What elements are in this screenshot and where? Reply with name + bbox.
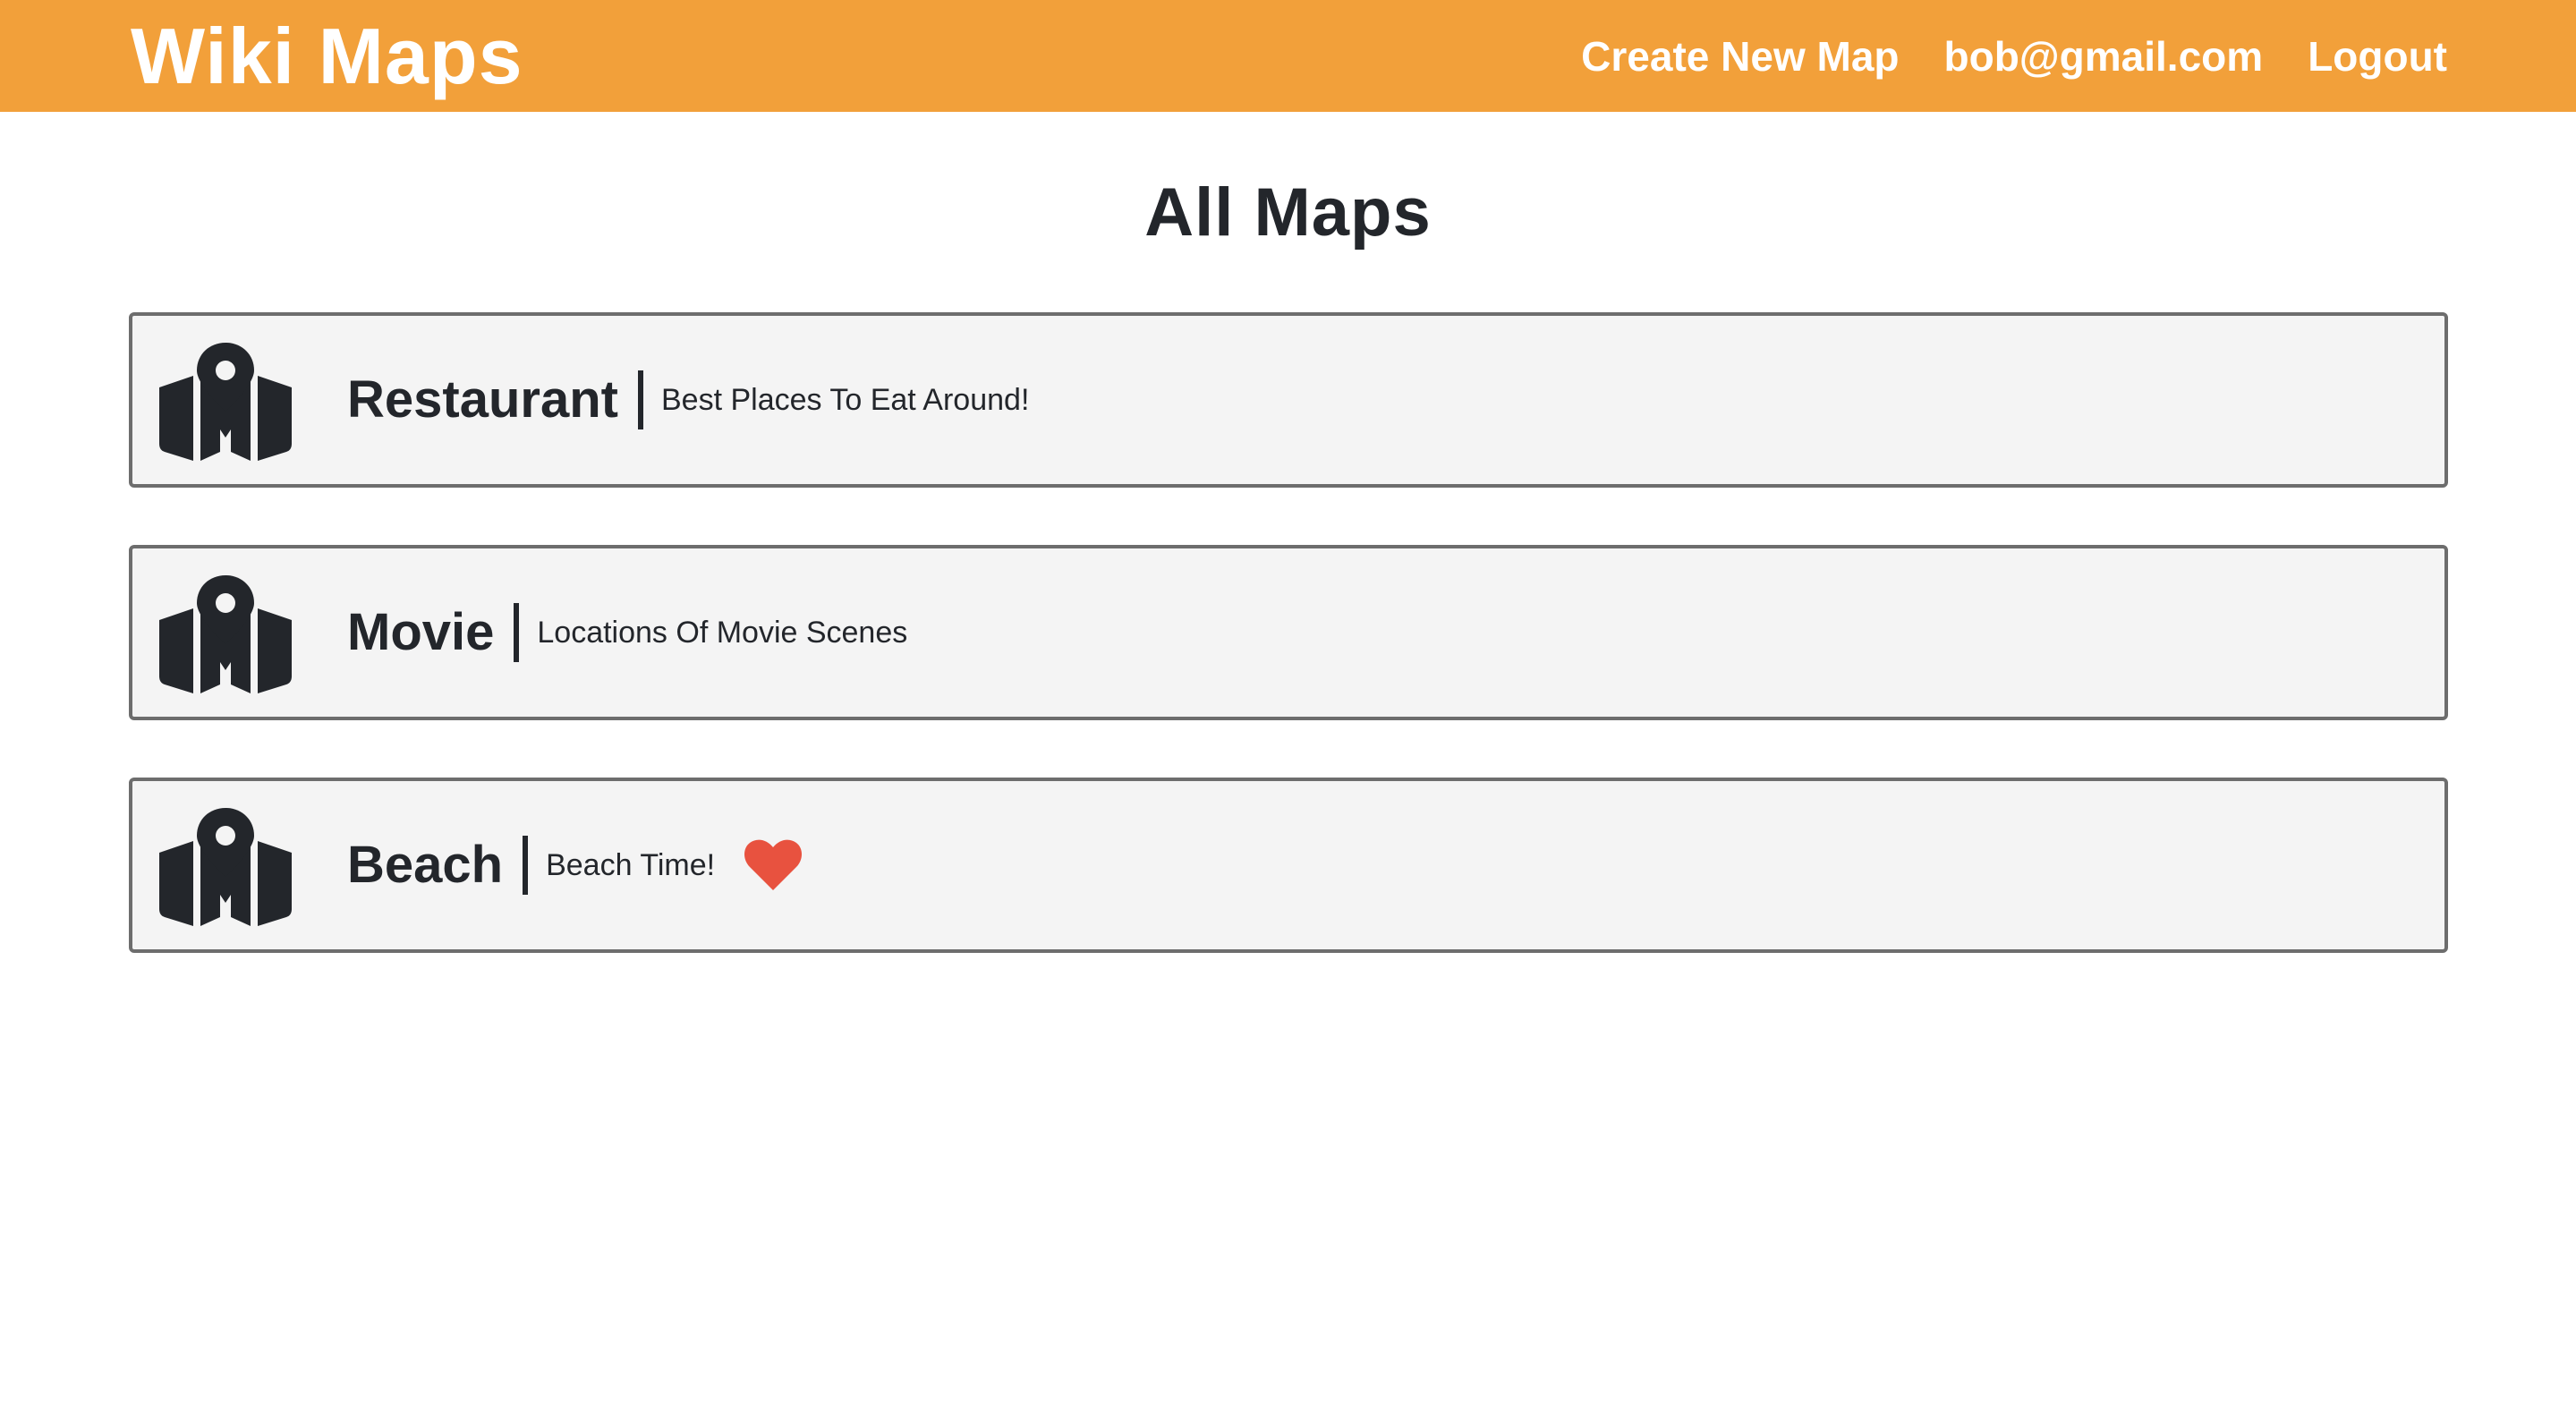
create-new-map-link[interactable]: Create New Map: [1581, 36, 1899, 77]
map-card-content: Beach Beach Time!: [347, 781, 803, 949]
title-divider: [523, 836, 529, 895]
map-name[interactable]: Beach: [347, 839, 503, 891]
brand-logo-link[interactable]: Wiki Maps: [131, 0, 523, 112]
map-card-restaurant[interactable]: Restaurant Best Places To Eat Around!: [129, 312, 2448, 488]
logout-link[interactable]: Logout: [2308, 36, 2447, 77]
top-navbar: Wiki Maps Create New Map bob@gmail.com L…: [0, 0, 2576, 112]
user-email-link[interactable]: bob@gmail.com: [1944, 36, 2264, 77]
map-card-content: Movie Locations Of Movie Scenes: [347, 548, 907, 717]
map-name[interactable]: Movie: [347, 607, 494, 659]
map-description: Best Places To Eat Around!: [660, 383, 1030, 417]
map-description: Locations Of Movie Scenes: [537, 616, 908, 650]
map-name[interactable]: Restaurant: [347, 374, 618, 426]
map-description: Beach Time!: [546, 848, 716, 882]
map-marker-icon: [159, 575, 292, 693]
heart-icon[interactable]: [744, 838, 803, 892]
map-card-content: Restaurant Best Places To Eat Around!: [347, 316, 1029, 484]
title-divider: [637, 370, 643, 429]
map-card-movie[interactable]: Movie Locations Of Movie Scenes: [129, 545, 2448, 720]
title-divider: [514, 603, 520, 662]
map-card-beach[interactable]: Beach Beach Time!: [129, 778, 2448, 953]
nav-links: Create New Map bob@gmail.com Logout: [1581, 0, 2447, 112]
page-title: All Maps: [1144, 174, 1432, 251]
map-list: Restaurant Best Places To Eat Around! Mo…: [129, 312, 2448, 1010]
map-marker-icon: [159, 808, 292, 926]
map-marker-icon: [159, 343, 292, 461]
